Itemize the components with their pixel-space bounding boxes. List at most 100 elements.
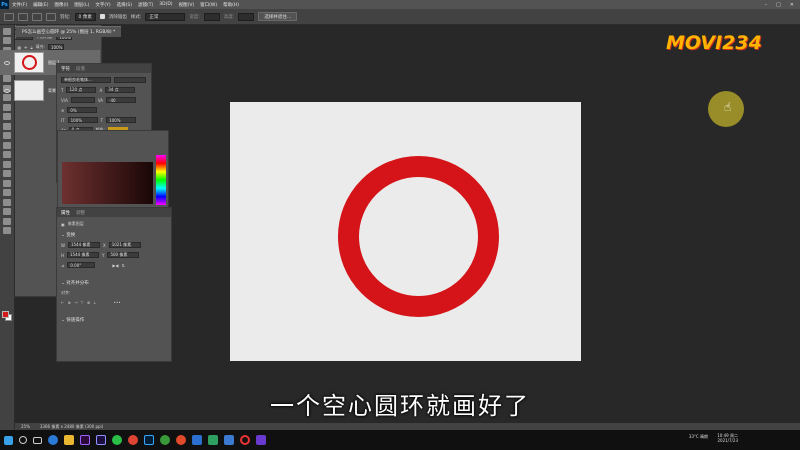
- menu-help[interactable]: 帮助(H): [220, 2, 242, 8]
- pen-tool-icon[interactable]: [3, 170, 11, 177]
- hand-tool-icon[interactable]: [3, 208, 11, 215]
- after-effects-icon[interactable]: [96, 435, 106, 445]
- tab-character[interactable]: 字符: [61, 66, 70, 72]
- dodge-tool-icon[interactable]: [3, 160, 11, 168]
- gradient-tool-icon[interactable]: [3, 141, 11, 149]
- font-family-select[interactable]: 单根良毛笔体...: [61, 77, 111, 83]
- selection-mode-new-icon[interactable]: [18, 12, 28, 21]
- stamp-tool-icon[interactable]: [3, 113, 11, 120]
- file-explorer-icon[interactable]: [64, 435, 74, 445]
- tab-adjustments[interactable]: 调整: [76, 210, 85, 216]
- horizontal-scale-input[interactable]: 100%: [106, 117, 137, 123]
- align-middle-icon[interactable]: ⊕: [87, 300, 90, 305]
- recorder-icon[interactable]: [176, 435, 186, 445]
- menu-view[interactable]: 视图(V): [176, 2, 198, 8]
- x-input[interactable]: 1021 像素: [108, 242, 141, 248]
- brush-tool-icon[interactable]: [3, 103, 11, 111]
- marquee-tool-preset-icon[interactable]: [4, 12, 14, 21]
- maximize-icon[interactable]: □: [776, 2, 781, 8]
- chrome-icon[interactable]: [128, 435, 138, 445]
- menu-file[interactable]: 文件(F): [9, 2, 30, 8]
- messenger-icon[interactable]: [160, 435, 170, 445]
- document-canvas[interactable]: [230, 102, 581, 361]
- type-tool-icon[interactable]: [3, 179, 11, 187]
- menu-layer[interactable]: 图层(L): [71, 2, 92, 8]
- menu-3d[interactable]: 3D(D): [156, 2, 175, 7]
- app-icon-green[interactable]: [208, 435, 218, 445]
- flip-horizontal-icon[interactable]: ▶◀: [112, 263, 118, 268]
- menu-select[interactable]: 选择(S): [114, 2, 135, 8]
- document-tab[interactable]: PS怎么画空心圆环 @ 25% (图层 1, RGB/8) *: [16, 26, 122, 37]
- visibility-eye-icon[interactable]: [4, 88, 10, 93]
- shape-tool-icon[interactable]: [3, 198, 11, 206]
- close-icon[interactable]: ✕: [790, 2, 794, 8]
- taskbar-clock[interactable]: 10:49 周二 2021/7/23: [717, 433, 738, 443]
- lock-position-icon[interactable]: ✛: [24, 45, 27, 50]
- app-icon-blue[interactable]: [224, 435, 234, 445]
- photoshop-icon[interactable]: [144, 435, 154, 445]
- lock-pixels-icon[interactable]: ▦: [17, 45, 21, 50]
- align-top-icon[interactable]: ⊤: [80, 300, 83, 305]
- menu-window[interactable]: 窗口(W): [197, 2, 220, 8]
- media-player-icon[interactable]: [192, 435, 202, 445]
- align-left-icon[interactable]: ⊢: [61, 300, 64, 305]
- record-icon[interactable]: [240, 435, 250, 445]
- hue-slider[interactable]: [156, 155, 166, 205]
- search-icon[interactable]: [19, 436, 27, 444]
- angle-input[interactable]: 0.00°: [67, 262, 96, 268]
- blur-tool-icon[interactable]: [3, 151, 11, 158]
- windows-start-icon[interactable]: [4, 435, 13, 445]
- tab-paragraph[interactable]: 段落: [76, 66, 85, 72]
- menu-filter[interactable]: 滤镜(T): [135, 2, 156, 8]
- transform-section-header[interactable]: ⌄ 变换: [61, 232, 167, 238]
- font-size-input[interactable]: 120 点: [66, 87, 97, 93]
- minimize-icon[interactable]: –: [765, 2, 768, 8]
- width-input[interactable]: 1544 像素: [67, 242, 100, 248]
- layer-name[interactable]: 背景: [48, 88, 56, 94]
- color-picker-field[interactable]: [62, 162, 153, 204]
- selection-mode-add-icon[interactable]: [32, 12, 42, 21]
- premiere-icon[interactable]: [80, 435, 90, 445]
- font-style-select[interactable]: [114, 77, 146, 83]
- tab-properties[interactable]: 属性: [61, 210, 70, 216]
- tracking-input[interactable]: -40: [106, 97, 137, 103]
- flip-vertical-icon[interactable]: ⇅: [122, 263, 125, 268]
- leading-input[interactable]: 34 点: [105, 87, 136, 93]
- history-brush-tool-icon[interactable]: [3, 122, 11, 130]
- y-input[interactable]: 500 像素: [107, 252, 140, 258]
- align-center-horizontal-icon[interactable]: ⊕: [67, 300, 70, 305]
- eraser-tool-icon[interactable]: [3, 132, 11, 139]
- foreground-color-swatch[interactable]: [2, 311, 9, 318]
- width-input[interactable]: [203, 12, 220, 21]
- vertical-scale-input[interactable]: 100%: [67, 117, 98, 123]
- menu-type[interactable]: 文字(Y): [92, 2, 113, 8]
- menu-image[interactable]: 图像(I): [51, 2, 71, 8]
- more-tools-icon[interactable]: [3, 227, 11, 234]
- app-icon-purple[interactable]: [256, 435, 266, 445]
- marquee-tool-icon[interactable]: [3, 37, 11, 44]
- antialias-checkbox[interactable]: [99, 14, 105, 19]
- select-and-mask-button[interactable]: 选择并遮住...: [258, 12, 298, 21]
- align-right-icon[interactable]: ⊣: [74, 300, 77, 305]
- task-view-icon[interactable]: [33, 436, 42, 444]
- feather-input[interactable]: 0 像素: [74, 12, 96, 21]
- zoom-tool-icon[interactable]: [3, 217, 11, 225]
- selection-mode-subtract-icon[interactable]: [46, 12, 56, 21]
- proportional-spacing-input[interactable]: 0%: [67, 107, 98, 113]
- visibility-eye-icon[interactable]: [4, 60, 10, 65]
- wechat-icon[interactable]: [112, 435, 122, 445]
- move-tool-icon[interactable]: [3, 27, 11, 35]
- quick-actions-section-header[interactable]: ⌄ 快速操作: [61, 317, 167, 323]
- height-input[interactable]: [238, 12, 255, 21]
- edge-browser-icon[interactable]: [48, 435, 58, 445]
- style-select[interactable]: 正常: [145, 12, 186, 21]
- align-section-header[interactable]: ⌄ 对齐并分布: [61, 280, 167, 286]
- lock-all-icon[interactable]: 🔒︎: [31, 45, 33, 50]
- more-options-icon[interactable]: •••: [114, 300, 121, 305]
- align-bottom-icon[interactable]: ⊥: [93, 300, 96, 305]
- kerning-input[interactable]: [70, 97, 95, 103]
- menu-edit[interactable]: 编辑(E): [30, 2, 51, 8]
- path-select-tool-icon[interactable]: [3, 189, 11, 196]
- zoom-level[interactable]: 25%: [21, 424, 30, 429]
- height-input[interactable]: 1544 像素: [67, 252, 100, 258]
